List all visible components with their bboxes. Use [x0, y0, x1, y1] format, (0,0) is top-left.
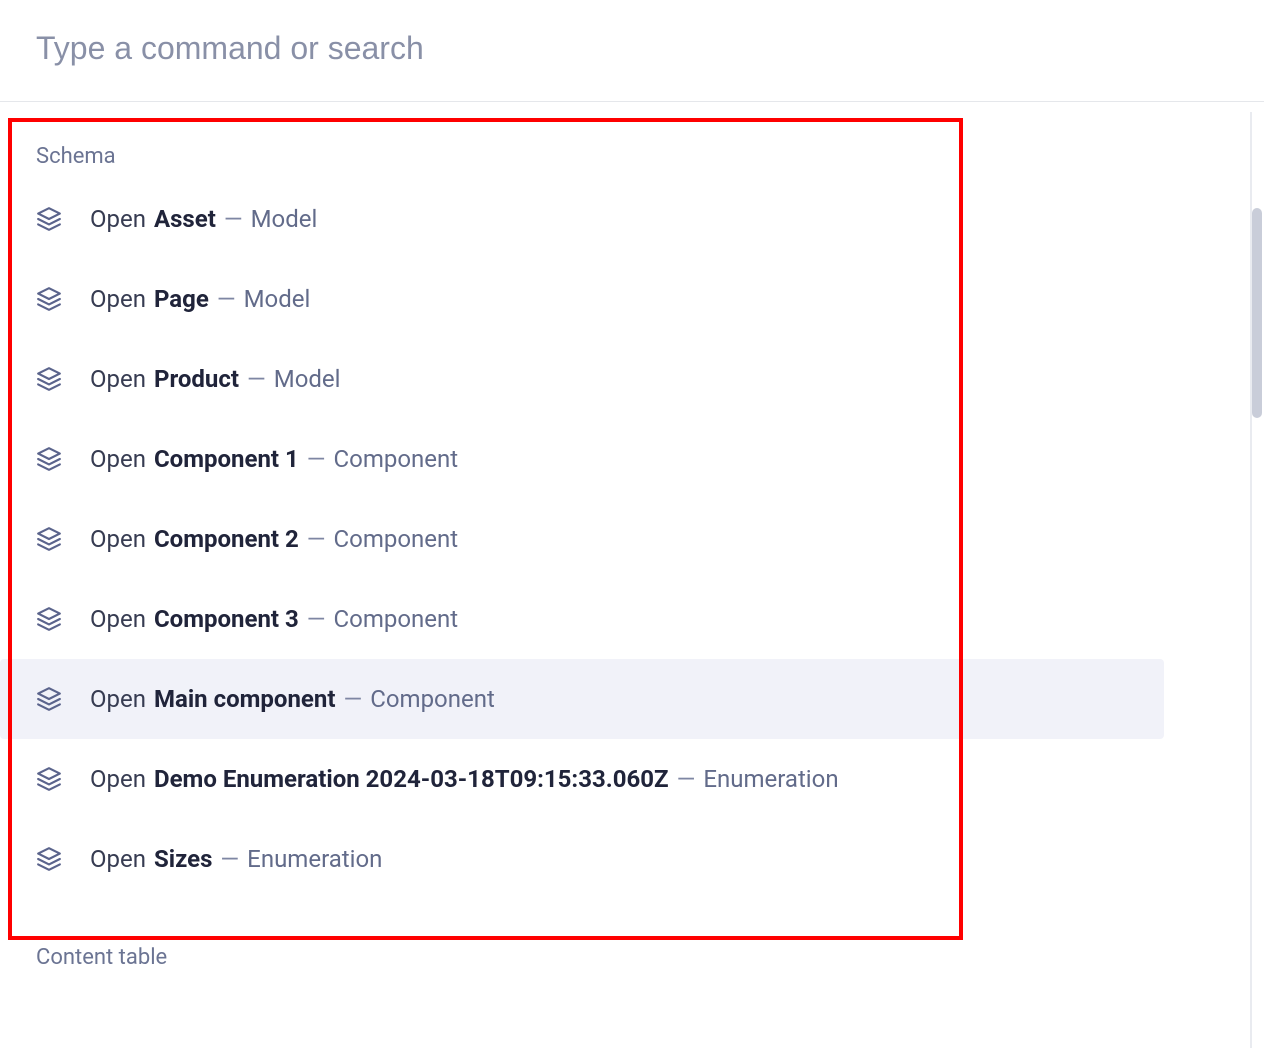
section-label-schema: Schema: [0, 102, 1264, 179]
result-action: Open: [90, 845, 146, 873]
result-action: Open: [90, 285, 146, 313]
results-container: Schema OpenAsset—ModelOpenPage—ModelOpen…: [0, 102, 1264, 978]
result-name: Asset: [154, 205, 216, 233]
schema-item[interactable]: Open Main component— Component: [0, 659, 1164, 739]
result-type: Model: [251, 205, 318, 233]
result-text: Open Component 1 — Component: [90, 445, 458, 473]
result-type: Component: [334, 445, 459, 473]
result-name: Page: [154, 285, 209, 313]
schema-item[interactable]: Open Component 1 — Component: [0, 419, 1264, 499]
schema-item[interactable]: Open Page — Model: [0, 259, 1264, 339]
result-action: Open: [90, 365, 146, 393]
result-text: Open Page — Model: [90, 285, 310, 313]
result-name: Component 3: [154, 605, 299, 633]
scrollbar-thumb[interactable]: [1252, 208, 1262, 418]
result-action: Open: [90, 605, 146, 633]
result-text: Open Product — Model: [90, 365, 341, 393]
result-name: Component 2: [154, 525, 299, 553]
result-separator: —: [247, 365, 266, 393]
result-text: Open Sizes — Enumeration: [90, 845, 382, 873]
schema-item[interactable]: Open Component 2 — Component: [0, 499, 1264, 579]
result-type: Component: [334, 525, 459, 553]
section-label-content-table: Content table: [0, 899, 1264, 978]
result-separator: —: [217, 285, 236, 313]
schema-item[interactable]: Open Product — Model: [0, 339, 1264, 419]
result-action: Open: [90, 445, 146, 473]
result-separator: —: [677, 765, 696, 793]
result-text: Open Component 2 — Component: [90, 525, 458, 553]
result-separator: —: [343, 685, 362, 713]
schema-item[interactable]: Open Sizes — Enumeration: [0, 819, 1264, 899]
result-type: Model: [244, 285, 311, 313]
result-text: Open Main component— Component: [90, 685, 495, 713]
result-separator: —: [307, 445, 326, 473]
scrollbar-track[interactable]: [1250, 112, 1264, 1048]
layers-icon: [36, 766, 62, 792]
result-action: Open: [90, 205, 146, 233]
result-type: Model: [274, 365, 341, 393]
layers-icon: [36, 526, 62, 552]
layers-icon: [36, 366, 62, 392]
result-separator: —: [307, 605, 326, 633]
command-search-input[interactable]: [36, 30, 1228, 67]
result-name: Product: [154, 365, 239, 393]
result-type: Enumeration: [247, 845, 382, 873]
result-type: Component: [334, 605, 459, 633]
layers-icon: [36, 686, 62, 712]
layers-icon: [36, 606, 62, 632]
result-separator: —: [224, 205, 243, 233]
result-type: Enumeration: [703, 765, 838, 793]
result-name: Sizes: [154, 845, 212, 873]
result-separator: —: [307, 525, 326, 553]
result-type: Component: [370, 685, 495, 713]
schema-item[interactable]: Open Component 3 — Component: [0, 579, 1264, 659]
search-container: [0, 0, 1264, 102]
result-action: Open: [90, 525, 146, 553]
result-text: Open Component 3 — Component: [90, 605, 458, 633]
layers-icon: [36, 446, 62, 472]
schema-item[interactable]: Open Demo Enumeration 2024-03-18T09:15:33…: [0, 739, 1264, 819]
result-name: Main component: [154, 685, 336, 713]
layers-icon: [36, 846, 62, 872]
result-text: Open Demo Enumeration 2024-03-18T09:15:33…: [90, 765, 839, 793]
schema-item[interactable]: Open Asset — Model: [0, 179, 1264, 259]
result-name: Component 1: [154, 445, 299, 473]
result-action: Open: [90, 685, 146, 713]
result-separator: —: [220, 845, 239, 873]
result-text: Open Asset — Model: [90, 205, 317, 233]
result-name: Demo Enumeration 2024-03-18T09:15:33.060…: [154, 765, 669, 793]
result-action: Open: [90, 765, 146, 793]
layers-icon: [36, 206, 62, 232]
layers-icon: [36, 286, 62, 312]
